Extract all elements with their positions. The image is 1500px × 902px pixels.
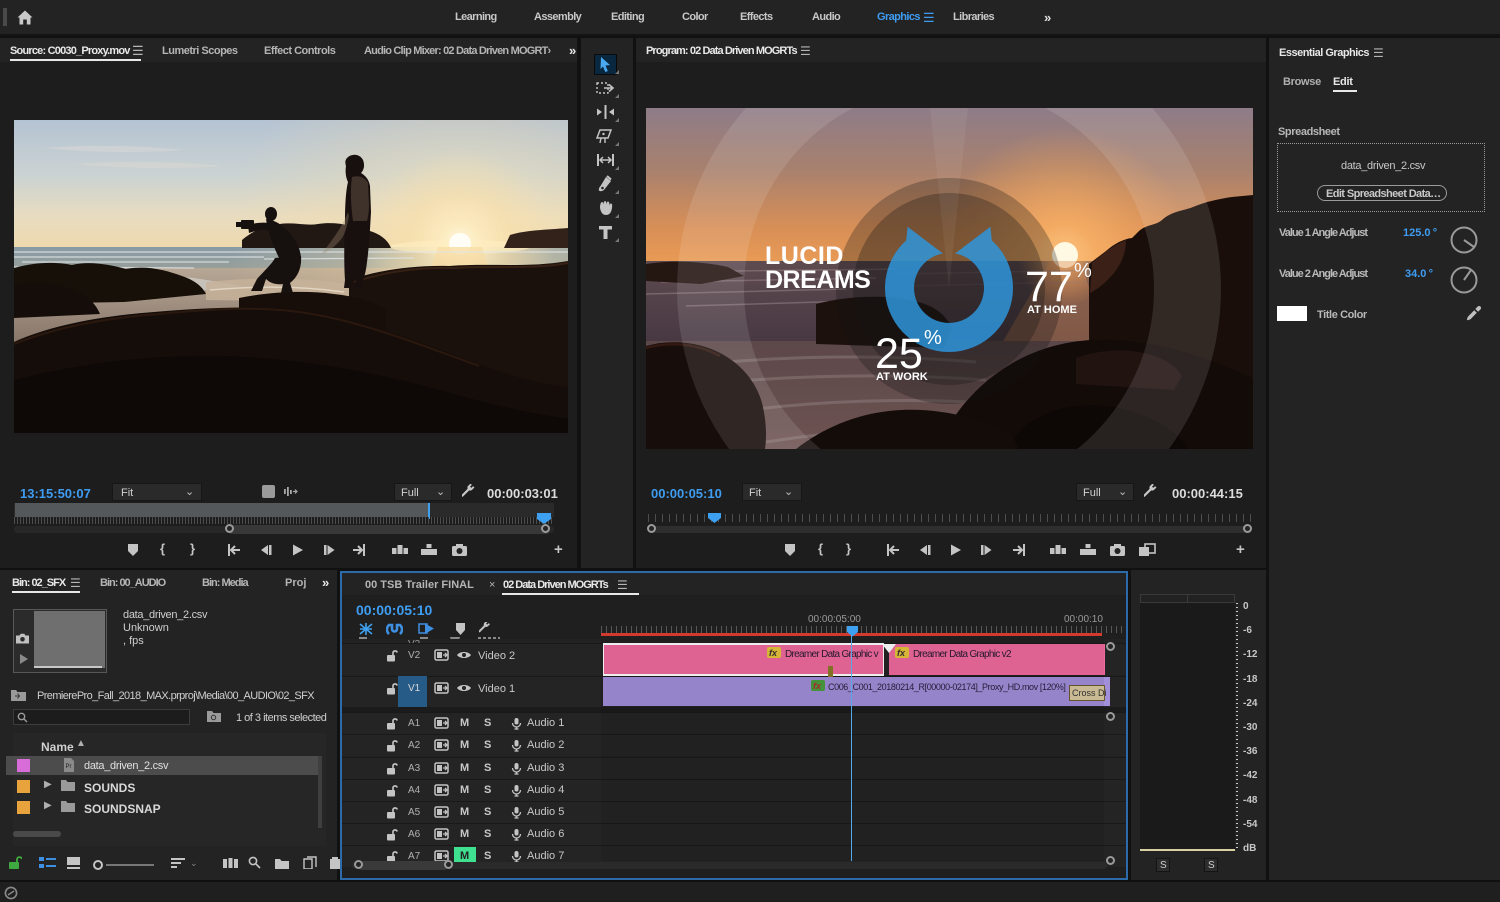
svg-text:%: % xyxy=(924,327,942,349)
svg-text:Pr: Pr xyxy=(66,764,72,770)
svg-text:DREAMS: DREAMS xyxy=(765,266,870,294)
svg-text:AT HOME: AT HOME xyxy=(1027,304,1077,316)
svg-text:AT WORK: AT WORK xyxy=(876,371,928,383)
svg-text:%: % xyxy=(1074,260,1092,282)
